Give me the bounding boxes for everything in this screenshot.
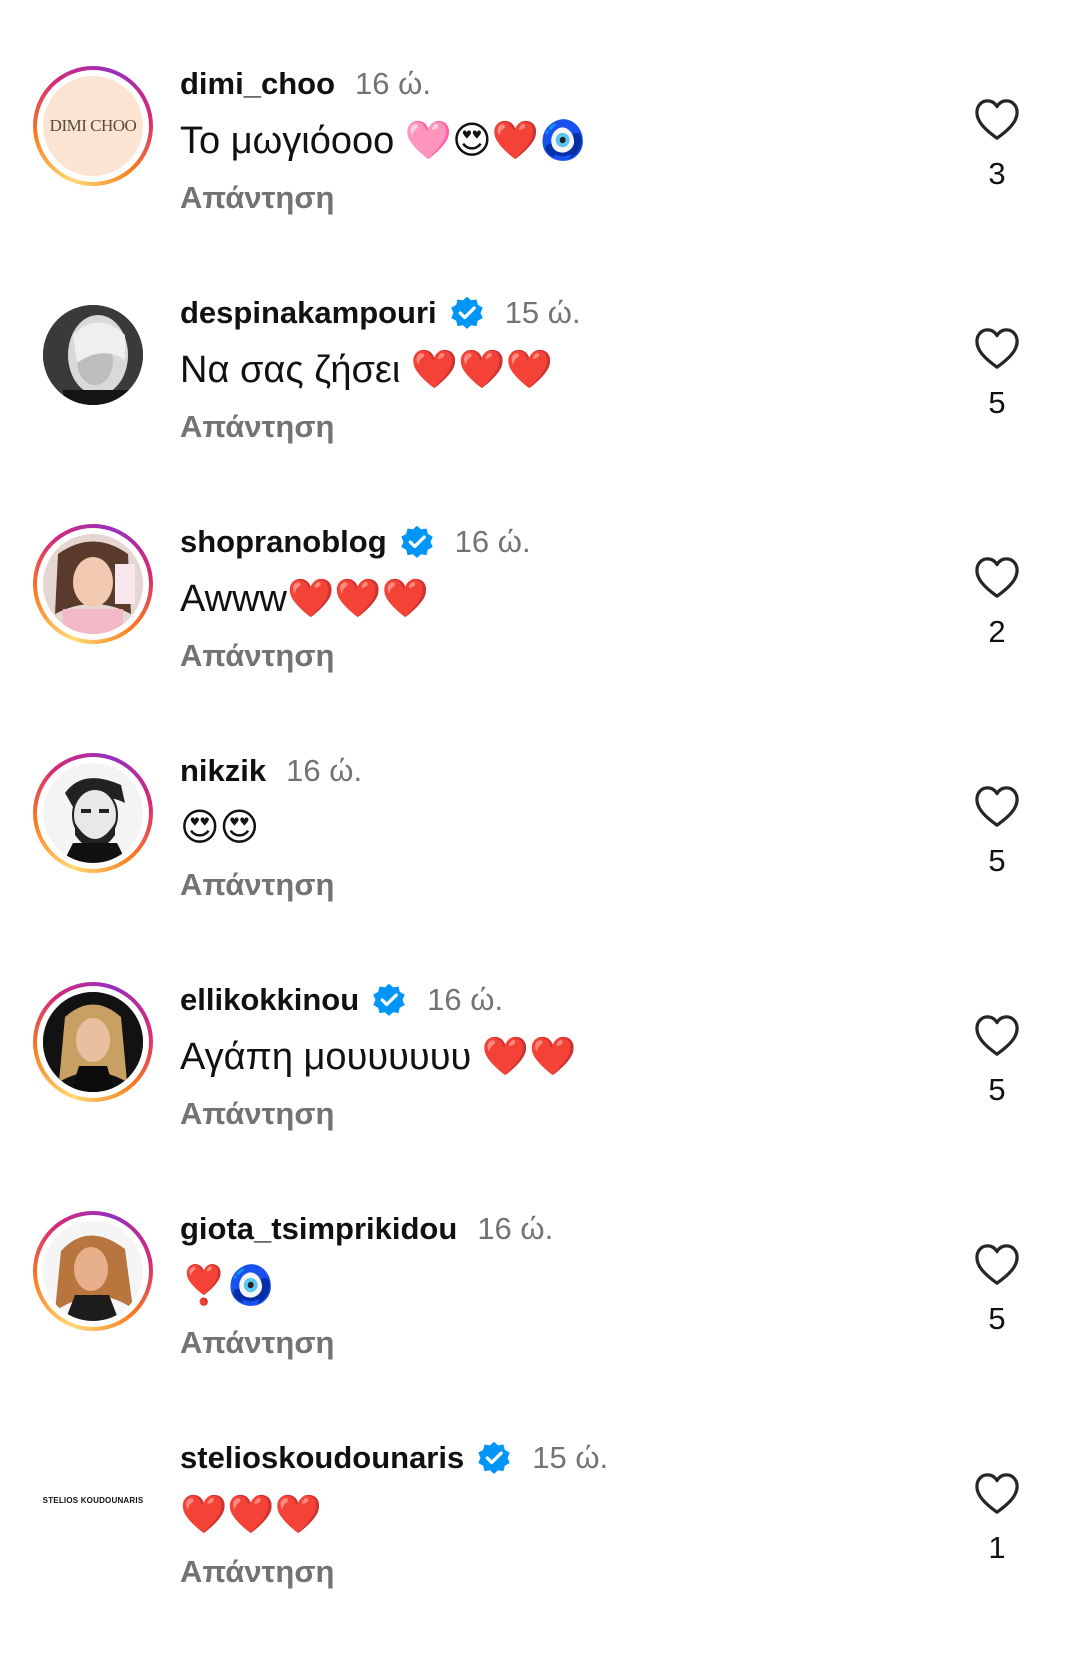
like-count: 5 [988,1072,1006,1107]
like-group: 1 [972,1472,1022,1568]
story-ring[interactable]: DIMI CHOO [33,66,153,186]
avatar[interactable] [43,992,143,1092]
timestamp: 16 ώ. [355,66,431,101]
reply-button[interactable]: Απάντηση [180,1317,920,1369]
heart-icon[interactable] [974,98,1020,142]
comment-item: shopranoblog 16 ώ. Awww❤️❤️❤️ Απάντηση 2 [0,516,1080,745]
username[interactable]: giota_tsimprikidou [180,1211,457,1247]
avatar-frame [33,295,153,415]
timestamp: 15 ώ. [504,295,581,330]
verified-badge-icon [476,1440,512,1476]
heart-icon[interactable] [974,785,1020,829]
avatar[interactable]: STELIOS KOUDOUNARIS [43,1450,143,1550]
timestamp: 16 ώ. [427,982,504,1017]
reply-button[interactable]: Απάντηση [180,630,920,682]
avatar[interactable]: DIMI CHOO [43,76,143,176]
avatar-photo [43,305,143,405]
comment-item: giota_tsimprikidou 16 ώ. ❣️🧿 Απάντηση 5 [0,1203,1080,1432]
verified-badge-icon [371,982,407,1018]
avatar-photo [43,1221,143,1321]
verified-badge-icon [449,295,485,331]
avatar-frame: STELIOS KOUDOUNARIS [33,1440,153,1560]
avatar-logo-text: DIMI CHOO [49,116,137,135]
like-group: 5 [972,1243,1022,1339]
like-count: 3 [988,156,1006,191]
story-ring[interactable] [33,1211,153,1331]
reply-button[interactable]: Απάντηση [180,172,920,224]
like-count: 5 [988,843,1006,878]
comment-text: ❤️❤️❤️ [180,1494,322,1536]
reply-button[interactable]: Απάντηση [180,859,920,911]
like-group: 5 [972,785,1022,881]
username[interactable]: dimi_choo [180,66,335,102]
reply-button[interactable]: Απάντηση [180,1546,920,1598]
avatar[interactable] [43,534,143,634]
heart-icon[interactable] [974,1014,1020,1058]
comment-text: ❣️🧿 [180,1265,275,1307]
comment-item: despinakampouri 15 ώ. Να σας ζήσει ❤️❤️❤… [0,287,1080,516]
avatar[interactable] [43,763,143,863]
comment-text: Αγάπη μουυυυυυ ❤️❤️ [180,1036,577,1078]
comment-item: ellikokkinou 16 ώ. Αγάπη μουυυυυυ ❤️❤️ Α… [0,974,1080,1203]
comment-text: Να σας ζήσει ❤️❤️❤️ [180,349,553,391]
heart-icon[interactable] [974,1472,1020,1516]
username[interactable]: despinakampouri [180,295,437,331]
comment-text: Το μωγιόοοο 🩷😍❤️🧿 [180,120,587,162]
like-count: 2 [988,614,1006,649]
like-group: 2 [972,556,1022,652]
comment-item: STELIOS KOUDOUNARIS stelioskoudounaris 1… [0,1432,1080,1661]
avatar[interactable] [43,1221,143,1321]
timestamp: 16 ώ. [477,1211,554,1246]
verified-badge-icon [399,524,435,560]
timestamp: 16 ώ. [286,753,363,788]
username[interactable]: ellikokkinou [180,982,359,1018]
comment-list: DIMI CHOO dimi_choo 16 ώ. Το μωγιόοοο 🩷😍… [0,58,1080,1661]
timestamp: 16 ώ. [454,524,531,559]
username[interactable]: stelioskoudounaris [180,1440,464,1476]
timestamp: 15 ώ. [532,1440,609,1475]
avatar-logo-text: STELIOS KOUDOUNARIS [43,1495,143,1505]
comment-text: 😍😍 [180,807,260,849]
story-ring[interactable] [33,982,153,1102]
like-count: 5 [988,1301,1006,1336]
story-ring[interactable] [33,524,153,644]
story-ring[interactable] [33,753,153,873]
heart-icon[interactable] [974,327,1020,371]
comment-item: DIMI CHOO dimi_choo 16 ώ. Το μωγιόοοο 🩷😍… [0,58,1080,287]
avatar-illustration [43,763,143,863]
like-count: 1 [988,1530,1006,1565]
heart-icon[interactable] [974,1243,1020,1287]
avatar[interactable] [43,305,143,405]
reply-button[interactable]: Απάντηση [180,401,920,453]
reply-button[interactable]: Απάντηση [180,1088,920,1140]
avatar-photo [43,992,143,1092]
like-count: 5 [988,385,1006,420]
like-group: 5 [972,327,1022,423]
comment-text: Awww❤️❤️❤️ [180,578,429,620]
username[interactable]: shopranoblog [180,524,387,560]
like-group: 3 [972,98,1022,194]
comment-item: nikzik 16 ώ. 😍😍 Απάντηση 5 [0,745,1080,974]
username[interactable]: nikzik [180,753,266,789]
heart-icon[interactable] [974,556,1020,600]
avatar-photo [43,534,143,634]
like-group: 5 [972,1014,1022,1110]
